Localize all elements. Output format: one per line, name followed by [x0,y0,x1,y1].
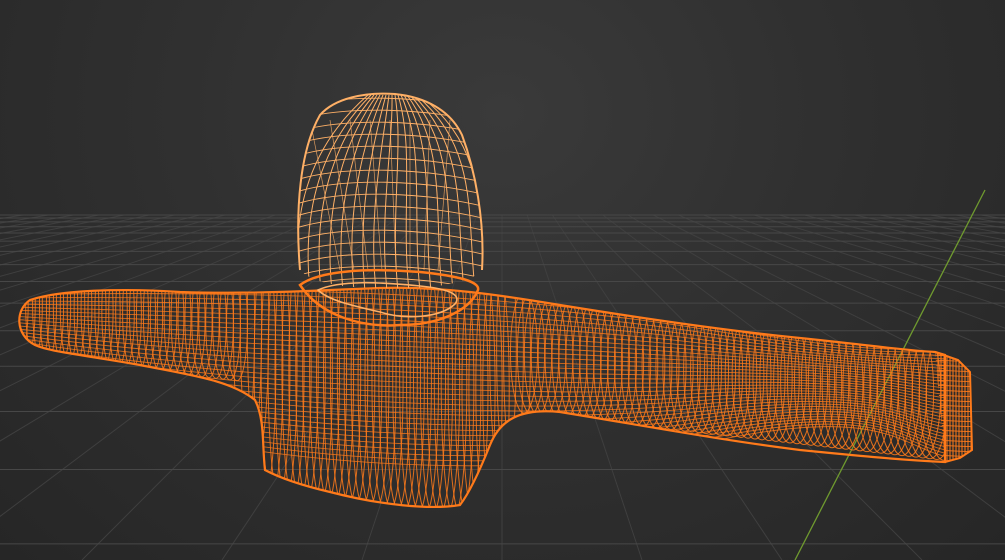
viewport-canvas[interactable] [0,0,1005,560]
3d-viewport[interactable] [0,0,1005,560]
shaft-wireframe [19,287,946,507]
patella-outline [297,92,484,271]
bone-mesh-wireframe[interactable] [10,92,980,520]
